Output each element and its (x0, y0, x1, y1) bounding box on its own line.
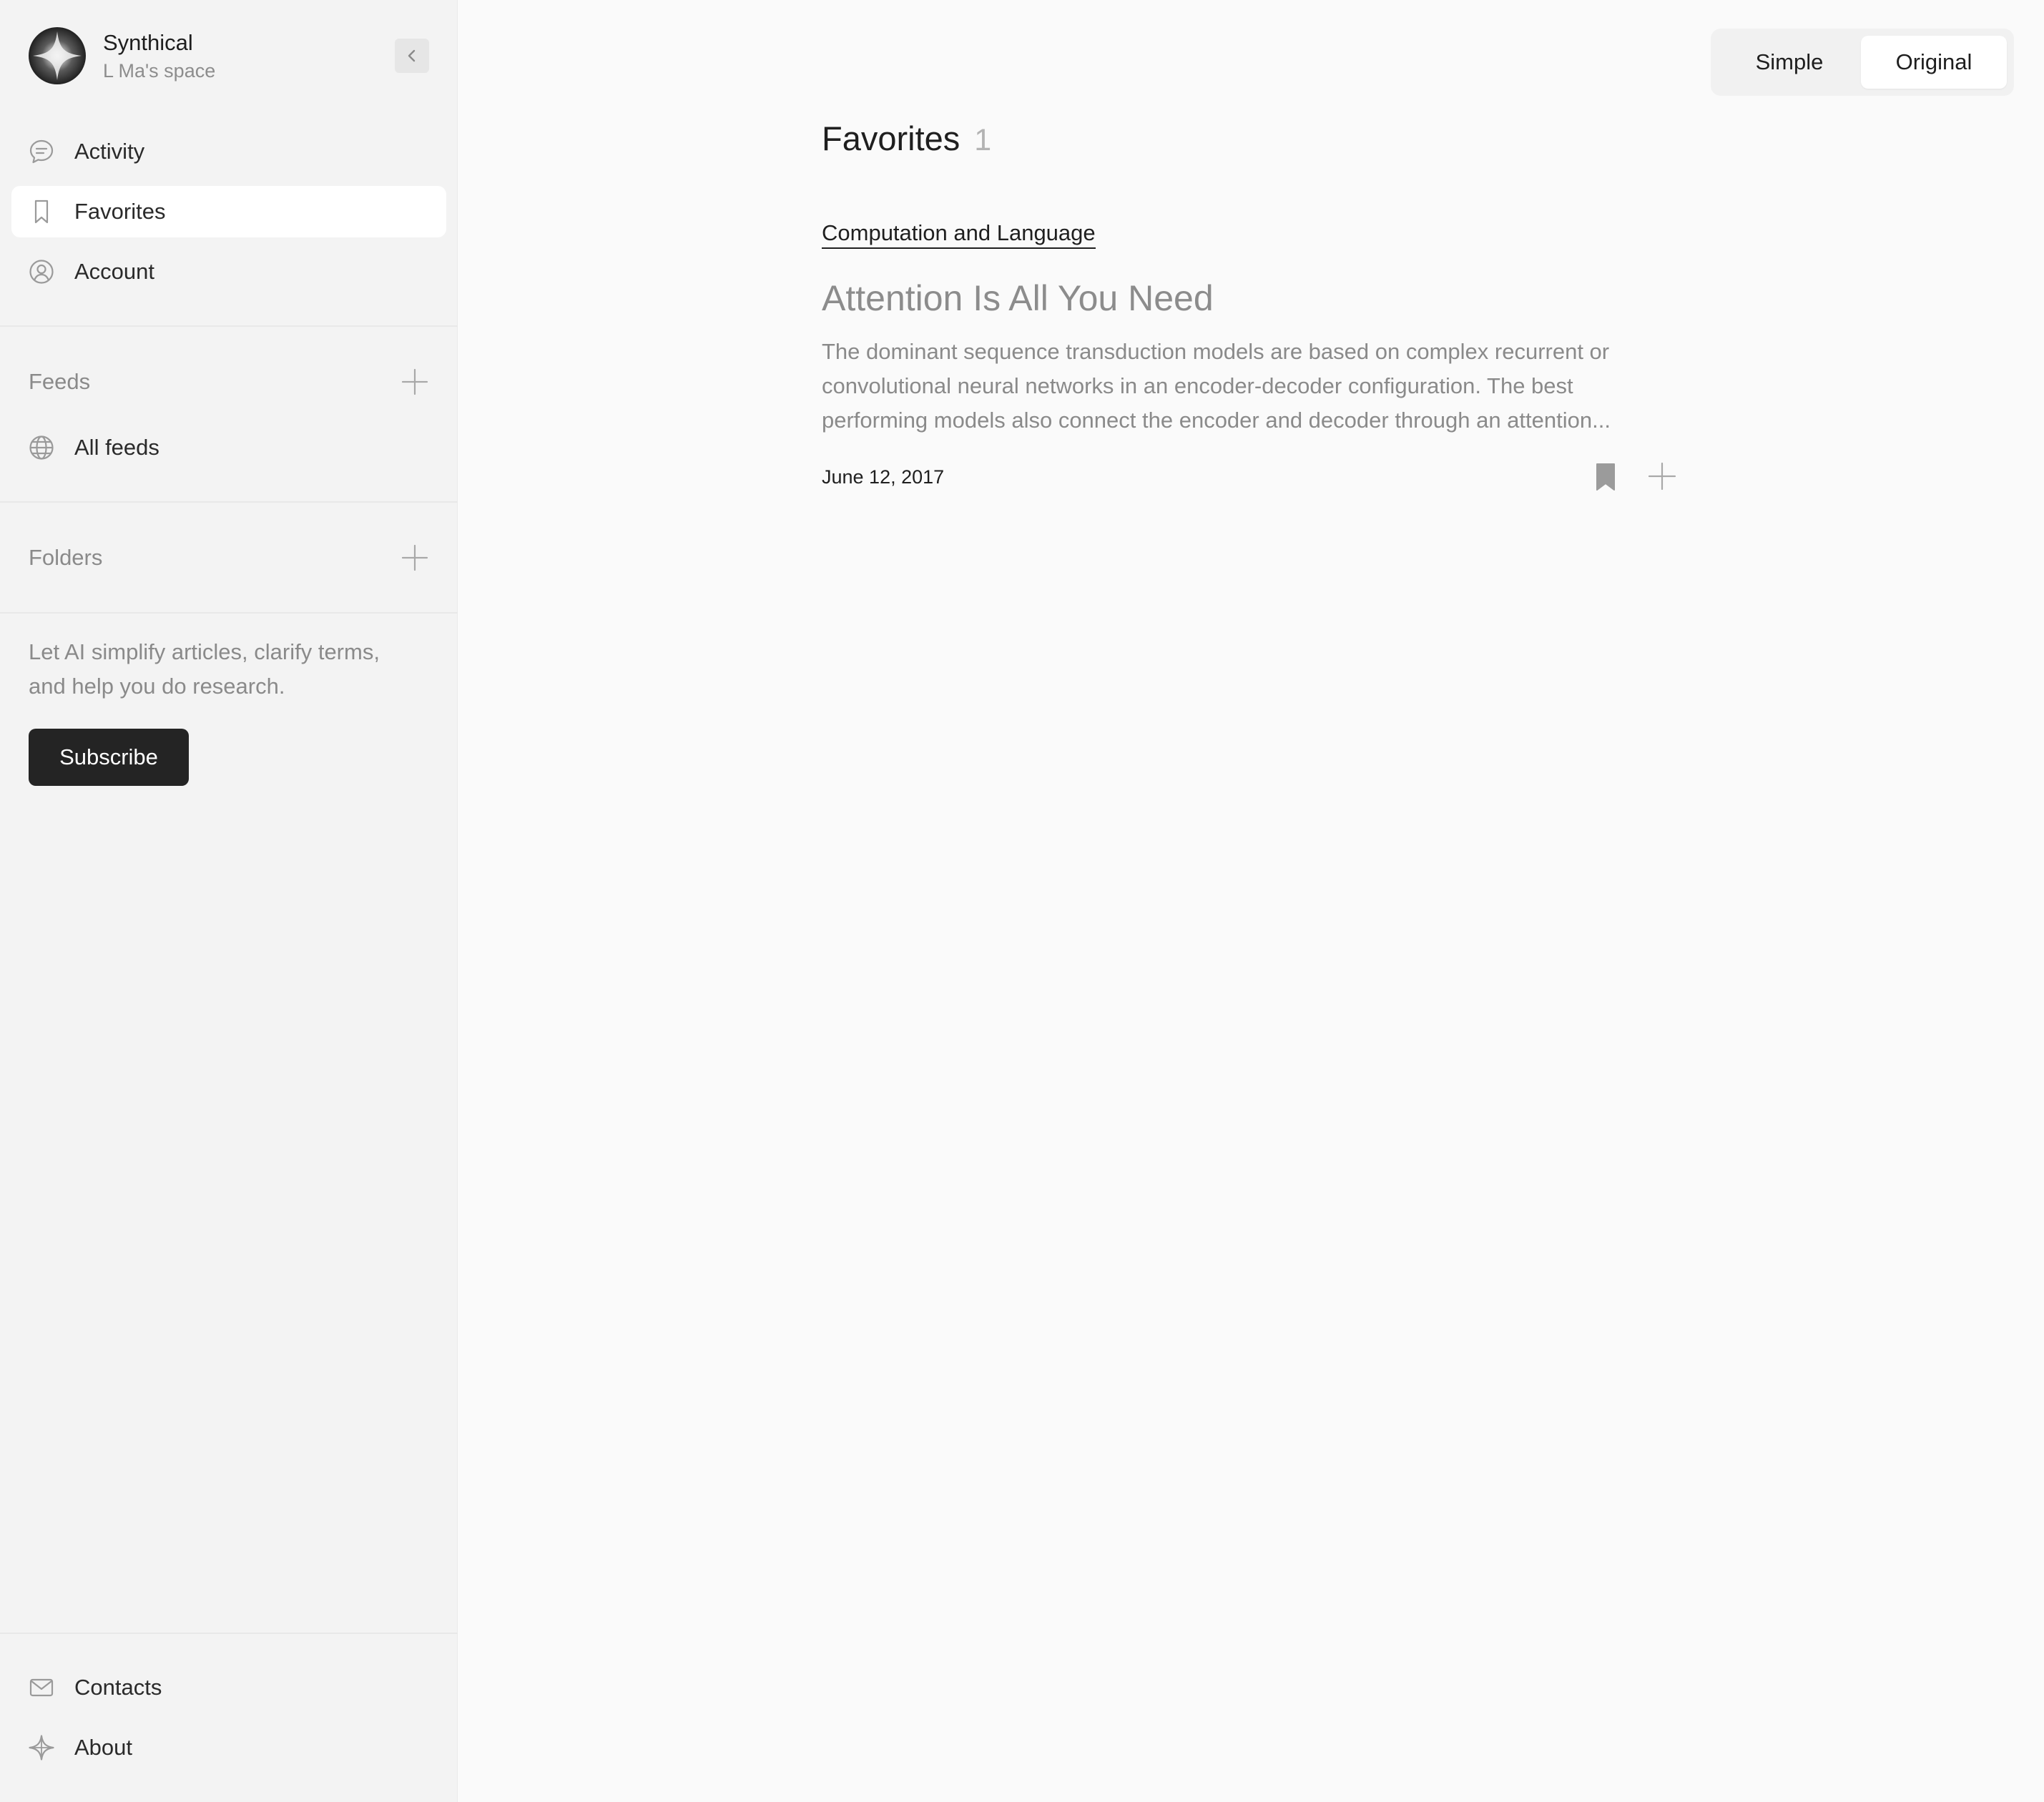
nav-item-label: Account (74, 259, 155, 284)
chat-bubble-icon (29, 139, 54, 164)
bookmark-filled-icon[interactable] (1593, 462, 1618, 492)
article-category-link[interactable]: Computation and Language (822, 220, 1096, 249)
favorites-count: 1 (974, 123, 992, 157)
chevron-left-icon (408, 49, 416, 62)
feeds-section-header: Feeds (29, 363, 429, 400)
folders-heading: Folders (29, 545, 103, 570)
article-title[interactable]: Attention Is All You Need (822, 277, 1214, 319)
plus-icon (401, 544, 428, 571)
sidebar-divider (0, 501, 458, 503)
view-mode-toggle: Simple Original (1711, 29, 2014, 96)
nav-item-label: Contacts (74, 1675, 162, 1700)
globe-icon (29, 435, 54, 461)
nav-item-activity[interactable]: Activity (11, 126, 446, 177)
nav-item-label: About (74, 1735, 133, 1760)
plus-icon (401, 368, 428, 395)
sidebar-divider (0, 612, 458, 614)
nav-item-label: All feeds (74, 435, 159, 460)
nav-item-account[interactable]: Account (11, 246, 446, 297)
page-title: Favorites 1 (822, 119, 991, 162)
sidebar: Synthical L Ma's space Activity Favorite… (0, 0, 458, 1802)
sparkle-icon (29, 1735, 54, 1761)
workspace-owner: L Ma's space (103, 60, 216, 82)
envelope-icon (29, 1675, 54, 1700)
view-mode-original[interactable]: Original (1861, 36, 2007, 89)
view-mode-simple[interactable]: Simple (1718, 36, 1861, 89)
workspace-name: Synthical (103, 30, 193, 55)
folders-section-header: Folders (29, 539, 429, 576)
plus-icon (1648, 462, 1676, 491)
add-folder-button[interactable] (401, 543, 429, 572)
add-feed-button[interactable] (401, 368, 429, 396)
subscribe-button[interactable]: Subscribe (29, 729, 189, 786)
bookmark-icon (29, 199, 54, 225)
nav-item-favorites[interactable]: Favorites (11, 186, 446, 237)
workspace-avatar (29, 27, 86, 84)
collapse-sidebar-button[interactable] (395, 39, 429, 73)
nav-item-about[interactable]: About (11, 1722, 446, 1773)
sidebar-divider (0, 325, 458, 327)
sparkle-logo-icon (33, 31, 82, 80)
nav-item-all-feeds[interactable]: All feeds (11, 422, 446, 473)
add-to-folder-button[interactable] (1648, 462, 1676, 491)
user-circle-icon (29, 259, 54, 285)
subscription-promo-text: Let AI simplify articles, clarify terms,… (29, 639, 380, 699)
article-date: June 12, 2017 (822, 466, 945, 488)
sidebar-divider (0, 1633, 458, 1634)
app-root: Synthical L Ma's space Activity Favorite… (0, 0, 2044, 1802)
nav-item-label: Activity (74, 139, 145, 164)
feeds-heading: Feeds (29, 369, 91, 394)
workspace-header[interactable]: Synthical L Ma's space (29, 27, 429, 87)
article-abstract[interactable]: The dominant sequence transduction model… (822, 335, 1644, 438)
nav-item-label: Favorites (74, 199, 166, 224)
page-title-text: Favorites (822, 119, 960, 157)
nav-item-contacts[interactable]: Contacts (11, 1662, 446, 1713)
